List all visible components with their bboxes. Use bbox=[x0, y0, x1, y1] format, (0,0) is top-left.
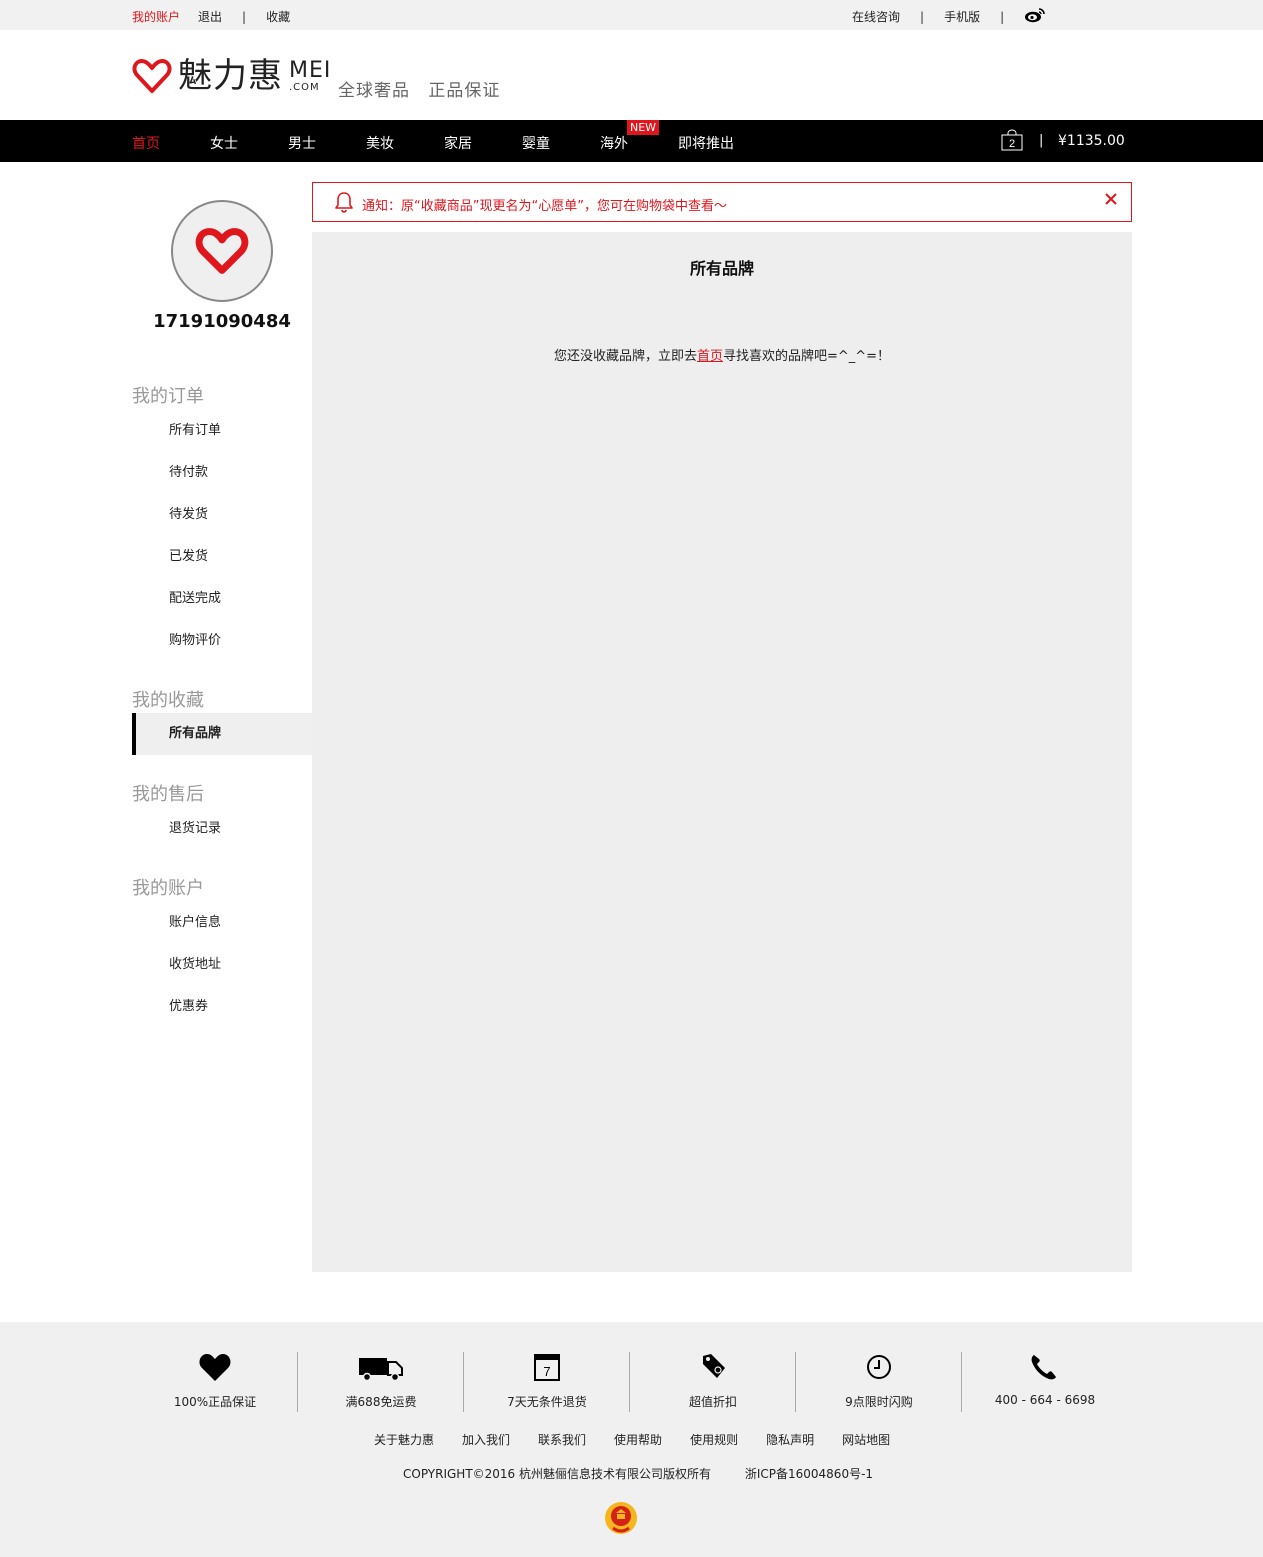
calendar-icon: 7 bbox=[534, 1354, 560, 1381]
favorites-link[interactable]: 收藏 bbox=[266, 8, 290, 25]
footer-link-rules[interactable]: 使用规则 bbox=[690, 1431, 738, 1448]
footer-link-help[interactable]: 使用帮助 bbox=[614, 1431, 662, 1448]
empty-suffix: 寻找喜欢的品牌吧=^_^=！ bbox=[722, 349, 891, 364]
nav-home[interactable]: 首页 bbox=[132, 133, 160, 153]
close-icon[interactable] bbox=[1103, 191, 1119, 207]
nav-coming-soon[interactable]: 即将推出 bbox=[678, 133, 734, 153]
nav-home-living[interactable]: 家居 bbox=[444, 133, 472, 153]
divider: | bbox=[242, 9, 247, 24]
nav-women[interactable]: 女士 bbox=[210, 133, 238, 153]
phone-icon bbox=[1031, 1355, 1056, 1380]
calendar-number: 7 bbox=[543, 1364, 550, 1379]
username: 17191090484 bbox=[153, 311, 291, 332]
clock-icon bbox=[867, 1355, 891, 1379]
avatar[interactable] bbox=[171, 200, 273, 302]
feature-discount: 超值折扣 bbox=[630, 1352, 796, 1412]
logo-com: .COM bbox=[289, 81, 320, 93]
main-nav: 首页 女士 男士 美妆 家居 婴童 海外 NEW 即将推出 2 | ¥1135.… bbox=[0, 120, 1263, 162]
notice-text: 通知：原“收藏商品”现更名为“心愿单”，您可在购物袋中查看～ bbox=[362, 199, 727, 214]
divider: | bbox=[1039, 133, 1044, 148]
new-badge: NEW bbox=[627, 120, 660, 135]
side-item-pending-payment[interactable]: 待付款 bbox=[132, 452, 312, 494]
site-logo[interactable]: 魅力惠 MEI .COM bbox=[132, 58, 331, 94]
tag-icon bbox=[703, 1354, 725, 1378]
logo-mei: MEI bbox=[289, 57, 332, 83]
feature-label: 9点限时闪购 bbox=[845, 1395, 913, 1409]
empty-prefix: 您还没收藏品牌，立即去 bbox=[553, 349, 697, 364]
side-item-coupons[interactable]: 优惠券 bbox=[132, 986, 312, 1028]
copyright-text: COPYRIGHT©2016 杭州魅俪信息技术有限公司版权所有 bbox=[403, 1467, 712, 1481]
mobile-version-link[interactable]: 手机版 bbox=[944, 8, 980, 25]
online-consult-link[interactable]: 在线咨询 bbox=[852, 8, 900, 25]
site-header: 魅力惠 MEI .COM 全球奢品 正品保证 bbox=[0, 30, 1263, 120]
empty-message: 您还没收藏品牌，立即去首页寻找喜欢的品牌吧=^_^=！ bbox=[312, 345, 1132, 364]
shopping-bag-icon[interactable]: 2 bbox=[1001, 129, 1023, 151]
side-item-shipped[interactable]: 已发货 bbox=[132, 536, 312, 578]
feature-flash-sale: 9点限时闪购 bbox=[796, 1352, 962, 1412]
side-item-all-orders[interactable]: 所有订单 bbox=[132, 410, 312, 452]
feature-label: 满688免运费 bbox=[345, 1395, 417, 1409]
logo-chinese: 魅力惠 bbox=[178, 56, 283, 96]
slogan-2: 正品保证 bbox=[428, 81, 501, 101]
cart-count: 2 bbox=[1009, 138, 1015, 150]
heart-icon bbox=[199, 1354, 231, 1381]
feature-label: 400 - 664 - 6698 bbox=[994, 1393, 1096, 1407]
side-item-addresses[interactable]: 收货地址 bbox=[132, 944, 312, 986]
feature-label: 7天无条件退货 bbox=[507, 1395, 587, 1409]
site-footer: 100%正品保证 满688免运费 7 7天无条件退货 超值折扣 9点限时闪购 4… bbox=[0, 1322, 1263, 1557]
divider: | bbox=[1000, 9, 1005, 24]
side-item-all-brands[interactable]: 所有品牌 bbox=[132, 713, 312, 755]
notice-banner: 通知：原“收藏商品”现更名为“心愿单”，您可在购物袋中查看～ bbox=[312, 182, 1132, 222]
cart-total[interactable]: ¥1135.00 bbox=[1058, 133, 1125, 149]
side-item-delivered[interactable]: 配送完成 bbox=[132, 578, 312, 620]
logo-heart-icon bbox=[132, 59, 172, 93]
side-item-account-info[interactable]: 账户信息 bbox=[132, 902, 312, 944]
feature-label: 100%正品保证 bbox=[173, 1395, 257, 1409]
truck-icon bbox=[359, 1358, 403, 1382]
nav-beauty[interactable]: 美妆 bbox=[366, 133, 394, 153]
feature-authentic: 100%正品保证 bbox=[132, 1352, 298, 1412]
nav-men[interactable]: 男士 bbox=[288, 133, 316, 153]
nav-kids[interactable]: 婴童 bbox=[522, 133, 550, 153]
main-panel: 所有品牌 您还没收藏品牌，立即去首页寻找喜欢的品牌吧=^_^=！ bbox=[312, 232, 1132, 1272]
side-item-pending-shipment[interactable]: 待发货 bbox=[132, 494, 312, 536]
my-account-link[interactable]: 我的账户 bbox=[132, 8, 180, 25]
logo-english: MEI .COM bbox=[289, 57, 332, 93]
side-item-reviews[interactable]: 购物评价 bbox=[132, 620, 312, 662]
divider: | bbox=[920, 9, 925, 24]
footer-link-contact[interactable]: 联系我们 bbox=[538, 1431, 586, 1448]
side-item-returns[interactable]: 退货记录 bbox=[132, 808, 312, 850]
copyright: COPYRIGHT©2016 杭州魅俪信息技术有限公司版权所有 浙ICP备160… bbox=[403, 1465, 873, 1482]
footer-link-join[interactable]: 加入我们 bbox=[462, 1431, 510, 1448]
feature-hotline: 400 - 664 - 6698 bbox=[962, 1352, 1128, 1412]
footer-link-privacy[interactable]: 隐私声明 bbox=[766, 1431, 814, 1448]
top-bar: 我的账户 退出 | 收藏 在线咨询 | 手机版 | bbox=[0, 0, 1263, 30]
weibo-icon[interactable] bbox=[1024, 7, 1046, 23]
side-group-account: 我的账户 bbox=[132, 878, 204, 899]
footer-links: 关于魅力惠 加入我们 联系我们 使用帮助 使用规则 隐私声明 网站地图 bbox=[374, 1431, 918, 1448]
icp-number[interactable]: 浙ICP备16004860号-1 bbox=[745, 1467, 873, 1481]
government-badge-icon[interactable] bbox=[603, 1500, 639, 1536]
footer-link-sitemap[interactable]: 网站地图 bbox=[842, 1431, 890, 1448]
bell-icon bbox=[335, 192, 353, 213]
page-title: 所有品牌 bbox=[689, 259, 754, 278]
feature-returns: 7 7天无条件退货 bbox=[464, 1352, 630, 1412]
footer-link-about[interactable]: 关于魅力惠 bbox=[374, 1431, 434, 1448]
side-group-favorites: 我的收藏 bbox=[132, 690, 204, 711]
slogan: 全球奢品 正品保证 bbox=[338, 76, 500, 101]
nav-overseas[interactable]: 海外 bbox=[600, 133, 628, 153]
side-group-orders: 我的订单 bbox=[132, 386, 204, 407]
heart-avatar-icon bbox=[195, 228, 249, 274]
feature-label: 超值折扣 bbox=[688, 1395, 737, 1409]
slogan-1: 全球奢品 bbox=[338, 81, 410, 101]
home-link[interactable]: 首页 bbox=[697, 349, 723, 364]
feature-free-shipping: 满688免运费 bbox=[298, 1352, 464, 1412]
logout-link[interactable]: 退出 bbox=[198, 8, 222, 25]
side-group-after-sales: 我的售后 bbox=[132, 784, 204, 805]
